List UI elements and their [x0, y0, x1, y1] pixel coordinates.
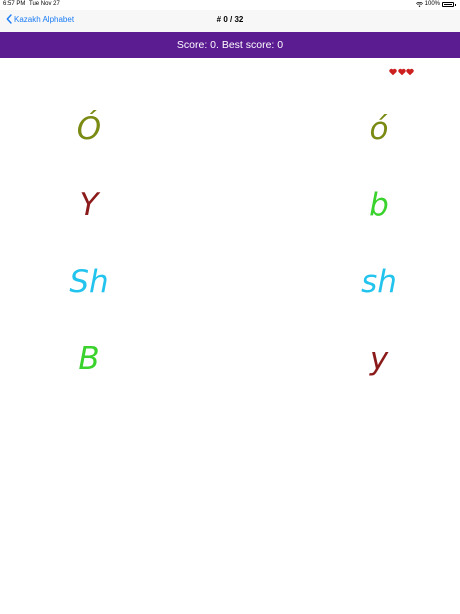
- heart-icon: [406, 68, 414, 76]
- heart-icon: [397, 68, 406, 76]
- page-title: # 0 / 32: [216, 15, 244, 24]
- lives-indicator: [389, 68, 415, 76]
- wifi-icon: [415, 1, 423, 7]
- letter-card-left-2[interactable]: Y: [59, 190, 119, 221]
- status-time: 6:57 PM: [3, 1, 26, 7]
- status-bar: 6:57 PM Tue Nov 27 100%: [0, 0, 460, 10]
- letter-card-right-4[interactable]: y: [349, 344, 409, 375]
- battery-icon: [442, 1, 456, 7]
- letter-card-right-2[interactable]: b: [349, 190, 409, 221]
- letter-card-right-1[interactable]: ó: [349, 114, 409, 145]
- letter-card-right-3[interactable]: sh: [349, 267, 409, 298]
- battery-percent: 100%: [424, 1, 440, 7]
- score-banner: Score: 0. Best score: 0: [0, 32, 460, 58]
- heart-icon: [389, 68, 397, 76]
- status-indicators: 100%: [415, 1, 456, 7]
- score-text: Score: 0. Best score: 0: [176, 39, 284, 51]
- letter-card-left-3[interactable]: Sh: [59, 267, 119, 298]
- letter-card-left-1[interactable]: Ó: [59, 114, 119, 145]
- letter-card-left-4[interactable]: B: [59, 344, 119, 375]
- status-date: Tue Nov 27: [29, 1, 60, 7]
- navigation-bar: Kazakh Alphabet # 0 / 32: [0, 10, 460, 32]
